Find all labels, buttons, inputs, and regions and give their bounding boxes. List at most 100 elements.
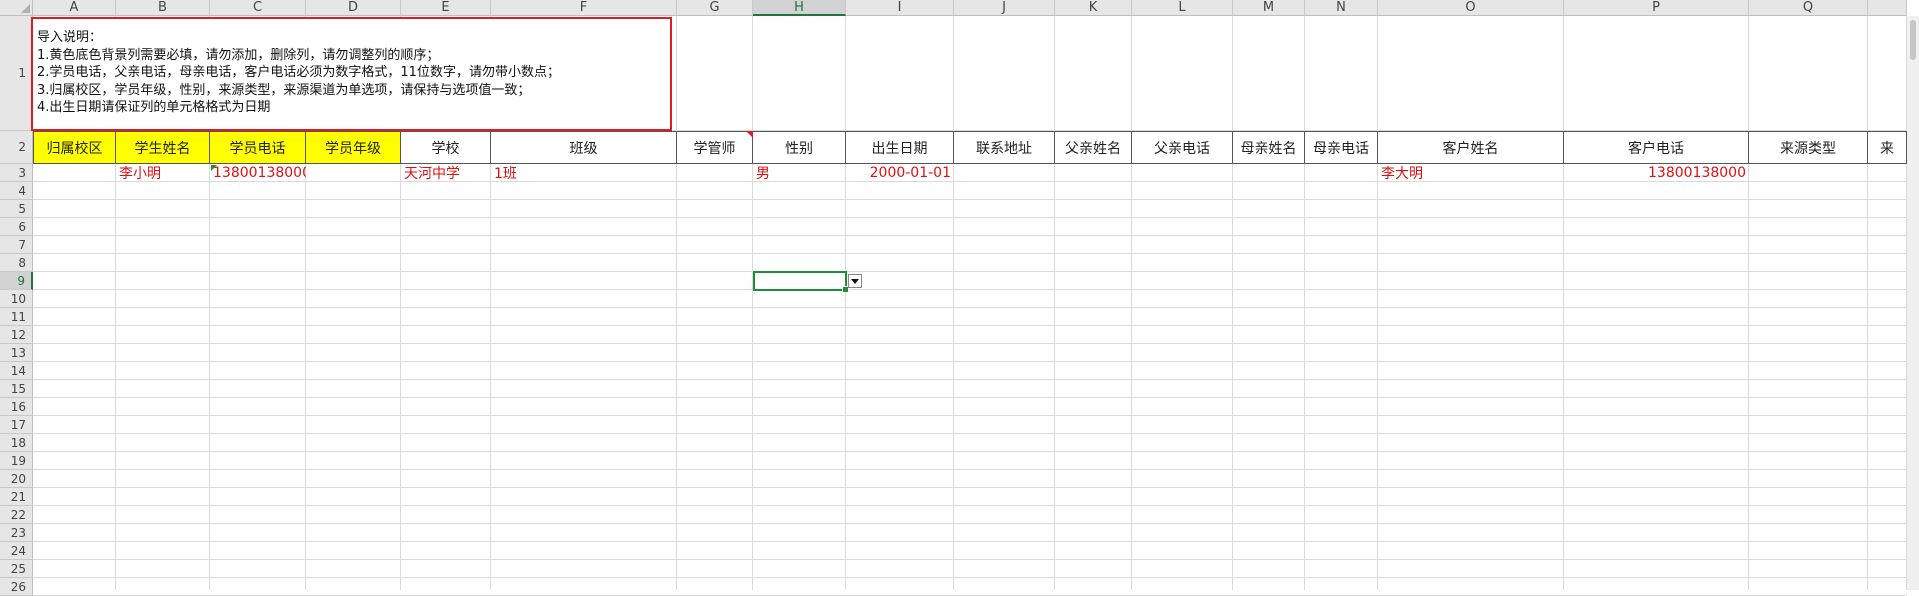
- gridline-vertical: [1867, 16, 1868, 590]
- gridline-horizontal: [33, 253, 1907, 254]
- header-cell-b[interactable]: 学生姓名: [116, 131, 210, 164]
- data-cell-b3[interactable]: 李小明: [116, 164, 210, 182]
- column-header-m[interactable]: M: [1233, 0, 1305, 16]
- header-cell-m[interactable]: 母亲姓名: [1233, 131, 1305, 164]
- gridline-vertical: [752, 16, 753, 590]
- column-header-a[interactable]: A: [33, 0, 116, 16]
- gridline-horizontal: [33, 289, 1907, 290]
- header-cell-g[interactable]: 学管师: [677, 131, 753, 164]
- column-header-j[interactable]: J: [954, 0, 1055, 16]
- instruction-line: 导入说明：: [37, 30, 103, 45]
- column-header-p[interactable]: P: [1564, 0, 1749, 16]
- row-header-9[interactable]: 9: [0, 272, 33, 290]
- gridline-horizontal: [33, 325, 1907, 326]
- spreadsheet[interactable]: A B C D E F G H I J K L M N O P Q 1 2 3 4 5 6 7 8 9 10 11 12 13 14 15 16…: [0, 0, 1919, 596]
- column-header-l[interactable]: L: [1132, 0, 1233, 16]
- header-cell-c[interactable]: 学员电话: [210, 131, 306, 164]
- column-header-h[interactable]: H: [753, 0, 846, 16]
- row-header-13[interactable]: 13: [0, 344, 33, 362]
- row-header-19[interactable]: 19: [0, 452, 33, 470]
- row-header-1[interactable]: 1: [0, 16, 33, 131]
- row-header-12[interactable]: 12: [0, 326, 33, 344]
- row-header-25[interactable]: 25: [0, 560, 33, 578]
- column-header-o[interactable]: O: [1378, 0, 1564, 16]
- row-header-7[interactable]: 7: [0, 236, 33, 254]
- header-cell-d[interactable]: 学员年级: [306, 131, 401, 164]
- row-header-2[interactable]: 2: [0, 131, 33, 164]
- gridline-horizontal: [33, 541, 1907, 542]
- data-cell-c3[interactable]: 13800138000: [210, 164, 306, 182]
- row-header-23[interactable]: 23: [0, 524, 33, 542]
- header-cell-e[interactable]: 学校: [401, 131, 491, 164]
- gridline-vertical: [1563, 16, 1564, 590]
- data-cell-i3[interactable]: 2000-01-01: [846, 164, 954, 182]
- gridline-horizontal: [33, 577, 1907, 578]
- row-header-20[interactable]: 20: [0, 470, 33, 488]
- active-cell-h9[interactable]: [753, 271, 849, 293]
- data-cell-h3[interactable]: 男: [753, 164, 846, 182]
- column-header-r[interactable]: [1868, 0, 1907, 16]
- column-header-g[interactable]: G: [677, 0, 753, 16]
- data-cell-f3[interactable]: 1班: [491, 164, 677, 182]
- row-header-15[interactable]: 15: [0, 380, 33, 398]
- gridline-vertical: [845, 16, 846, 590]
- row-header-24[interactable]: 24: [0, 542, 33, 560]
- header-cell-a[interactable]: 归属校区: [33, 131, 116, 164]
- chevron-down-icon: [851, 278, 859, 284]
- vertical-scrollbar[interactable]: [1907, 16, 1919, 590]
- data-cell-o3[interactable]: 李大明: [1378, 164, 1564, 182]
- header-cell-n[interactable]: 母亲电话: [1305, 131, 1378, 164]
- dropdown-button[interactable]: [848, 274, 862, 288]
- data-cell-p3[interactable]: 13800138000: [1564, 164, 1749, 182]
- select-all-corner[interactable]: [0, 0, 33, 16]
- row-header-26[interactable]: 26: [0, 578, 33, 596]
- column-header-n[interactable]: N: [1305, 0, 1378, 16]
- column-header-d[interactable]: D: [306, 0, 401, 16]
- row-header-6[interactable]: 6: [0, 218, 33, 236]
- row-header-22[interactable]: 22: [0, 506, 33, 524]
- row-header-14[interactable]: 14: [0, 362, 33, 380]
- row-header-11[interactable]: 11: [0, 308, 33, 326]
- header-cell-r[interactable]: 来: [1868, 131, 1907, 164]
- row-header-10[interactable]: 10: [0, 290, 33, 308]
- column-header-f[interactable]: F: [491, 0, 677, 16]
- row-header-5[interactable]: 5: [0, 200, 33, 218]
- gridline-horizontal: [33, 523, 1907, 524]
- column-header-i[interactable]: I: [846, 0, 954, 16]
- gridline-horizontal: [33, 505, 1907, 506]
- row-header-17[interactable]: 17: [0, 416, 33, 434]
- gridline-vertical: [676, 16, 677, 590]
- row-header-16[interactable]: 16: [0, 398, 33, 416]
- column-header-k[interactable]: K: [1055, 0, 1132, 16]
- gridline-horizontal: [33, 559, 1907, 560]
- gridline-horizontal: [33, 217, 1907, 218]
- row-header-21[interactable]: 21: [0, 488, 33, 506]
- header-cell-l[interactable]: 父亲电话: [1132, 131, 1233, 164]
- scrollbar-thumb[interactable]: [1910, 20, 1916, 60]
- header-cell-i[interactable]: 出生日期: [846, 131, 954, 164]
- column-header-q[interactable]: Q: [1749, 0, 1868, 16]
- header-cell-k[interactable]: 父亲姓名: [1055, 131, 1132, 164]
- header-cell-q[interactable]: 来源类型: [1749, 131, 1868, 164]
- header-cell-p[interactable]: 客户电话: [1564, 131, 1749, 164]
- row-header-8[interactable]: 8: [0, 254, 33, 272]
- instructions-textbox[interactable]: 导入说明： 1.黄色底色背景列需要必填，请勿添加，删除列，请勿调整列的顺序； 2.学…: [31, 17, 672, 131]
- gridline-horizontal: [33, 271, 1907, 272]
- gridline-horizontal: [33, 433, 1907, 434]
- column-header-b[interactable]: B: [116, 0, 210, 16]
- column-header-e[interactable]: E: [401, 0, 491, 16]
- gridline-vertical: [1054, 16, 1055, 590]
- header-cell-o[interactable]: 客户姓名: [1378, 131, 1564, 164]
- gridline-horizontal: [33, 397, 1907, 398]
- header-cell-f[interactable]: 班级: [491, 131, 677, 164]
- row-header-18[interactable]: 18: [0, 434, 33, 452]
- data-cell-e3[interactable]: 天河中学: [401, 164, 491, 182]
- row-header-4[interactable]: 4: [0, 182, 33, 200]
- column-header-c[interactable]: C: [210, 0, 306, 16]
- header-cell-j[interactable]: 联系地址: [954, 131, 1055, 164]
- error-indicator: [211, 165, 217, 171]
- instruction-line: 4.出生日期请保证列的单元格格式为日期: [37, 100, 271, 115]
- gridline-horizontal: [33, 451, 1907, 452]
- header-cell-h[interactable]: 性别: [753, 131, 846, 164]
- row-header-3[interactable]: 3: [0, 164, 33, 182]
